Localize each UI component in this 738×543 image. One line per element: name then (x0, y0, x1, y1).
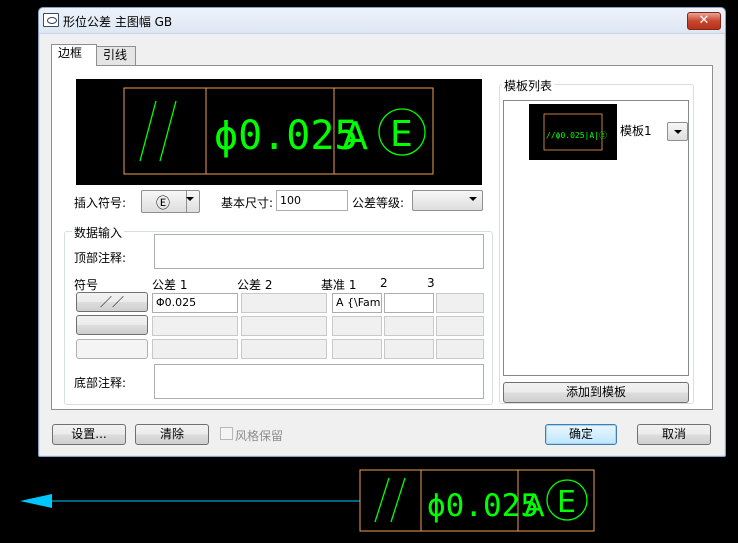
insert-symbol-label: 插入符号: (74, 196, 127, 210)
keep-style-checkbox[interactable] (220, 427, 233, 440)
close-button[interactable]: ✕ (687, 12, 721, 30)
row1-tolerance1-input[interactable]: Φ0.025 (152, 293, 238, 313)
tab-frame[interactable]: 边框 (51, 44, 97, 66)
chevron-down-icon (186, 197, 194, 201)
template-item-dropdown[interactable] (667, 122, 688, 141)
row3-datum3-input[interactable] (436, 339, 484, 359)
cancel-button[interactable]: 取消 (637, 424, 711, 445)
data-input-title: 数据输入 (72, 224, 125, 241)
cad-tolerance-frame: ϕ0.025 A E (359, 469, 595, 532)
app-icon (43, 13, 59, 27)
row2-datum2-input[interactable] (384, 316, 434, 336)
geometric-tolerance-dialog: 形位公差 主图幅 GB ✕ 边框 引线 ϕ0.025 A E 插入符号: Ⓔ 基… (38, 7, 726, 457)
tolerance2-column-header: 公差 2 (237, 278, 273, 292)
tolerance-grade-label: 公差等级: (352, 196, 405, 210)
window-title: 形位公差 主图幅 GB (63, 15, 173, 29)
insert-symbol-dropdown[interactable]: Ⓔ (141, 190, 200, 213)
top-note-label: 顶部注释: (74, 251, 127, 265)
top-note-input[interactable] (154, 234, 484, 269)
cad-datum-text: A (524, 489, 545, 524)
chevron-down-icon (469, 197, 477, 201)
bottom-note-input[interactable] (154, 364, 484, 399)
row3-datum2-input[interactable] (384, 339, 434, 359)
insert-symbol-value: Ⓔ (156, 196, 170, 212)
row1-tolerance2-input[interactable] (241, 293, 327, 313)
datum1-column-header: 基准 1 (321, 278, 357, 292)
row3-datum1-input[interactable] (332, 339, 382, 359)
clear-button[interactable]: 清除 (135, 424, 209, 445)
bottom-note-label: 底部注释: (74, 376, 127, 390)
add-to-template-button[interactable]: 添加到模板 (503, 382, 689, 403)
template-list[interactable]: //ϕ0.025|A|Ⓔ 模板1 (503, 100, 689, 376)
row2-tolerance2-input[interactable] (241, 316, 327, 336)
preview-tolerance-text: ϕ0.025 (214, 113, 359, 159)
row3-tolerance2-input[interactable] (241, 339, 327, 359)
row2-datum3-input[interactable] (436, 316, 484, 336)
keep-style-label: 风格保留 (235, 429, 284, 443)
row1-datum1-input[interactable]: A {\Famg (332, 293, 382, 313)
template-thumbnail[interactable]: //ϕ0.025|A|Ⓔ (529, 104, 617, 160)
template-list-title: 模板列表 (502, 77, 555, 94)
ok-button[interactable]: 确定 (545, 424, 617, 445)
basic-size-input[interactable] (276, 190, 348, 211)
symbol-column-header: 符号 (74, 278, 99, 292)
basic-size-label: 基本尺寸: (221, 196, 274, 210)
settings-button[interactable]: 设置... (52, 424, 126, 445)
template-item-label[interactable]: 模板1 (620, 122, 652, 139)
tolerance1-column-header: 公差 1 (152, 278, 188, 292)
row2-symbol-button[interactable] (76, 315, 148, 335)
chevron-down-icon (674, 130, 682, 134)
preview-modifier-text: E (390, 114, 413, 155)
datum2-column-header: 2 (380, 276, 388, 290)
row2-datum1-input[interactable] (332, 316, 382, 336)
row2-tolerance1-input[interactable] (152, 316, 238, 336)
row3-symbol-button[interactable] (76, 339, 148, 359)
tolerance-grade-dropdown[interactable] (412, 190, 483, 211)
leader-arrow-icon (20, 494, 52, 508)
title-bar[interactable]: 形位公差 主图幅 GB ✕ (39, 8, 725, 34)
row1-datum2-input[interactable] (384, 293, 434, 313)
template-thumb-text: //ϕ0.025|A|Ⓔ (546, 131, 607, 140)
row3-tolerance1-input[interactable] (152, 339, 238, 359)
row1-symbol-button[interactable]: ／／ (76, 292, 148, 312)
cad-modifier-text: E (557, 485, 576, 520)
preview-datum-text: A (342, 114, 368, 158)
row1-datum3-input[interactable] (436, 293, 484, 313)
cad-tolerance-text: ϕ0.025 (427, 488, 539, 524)
tolerance-preview: ϕ0.025 A E (76, 79, 482, 185)
tab-leader[interactable]: 引线 (96, 46, 136, 65)
datum3-column-header: 3 (427, 276, 435, 290)
